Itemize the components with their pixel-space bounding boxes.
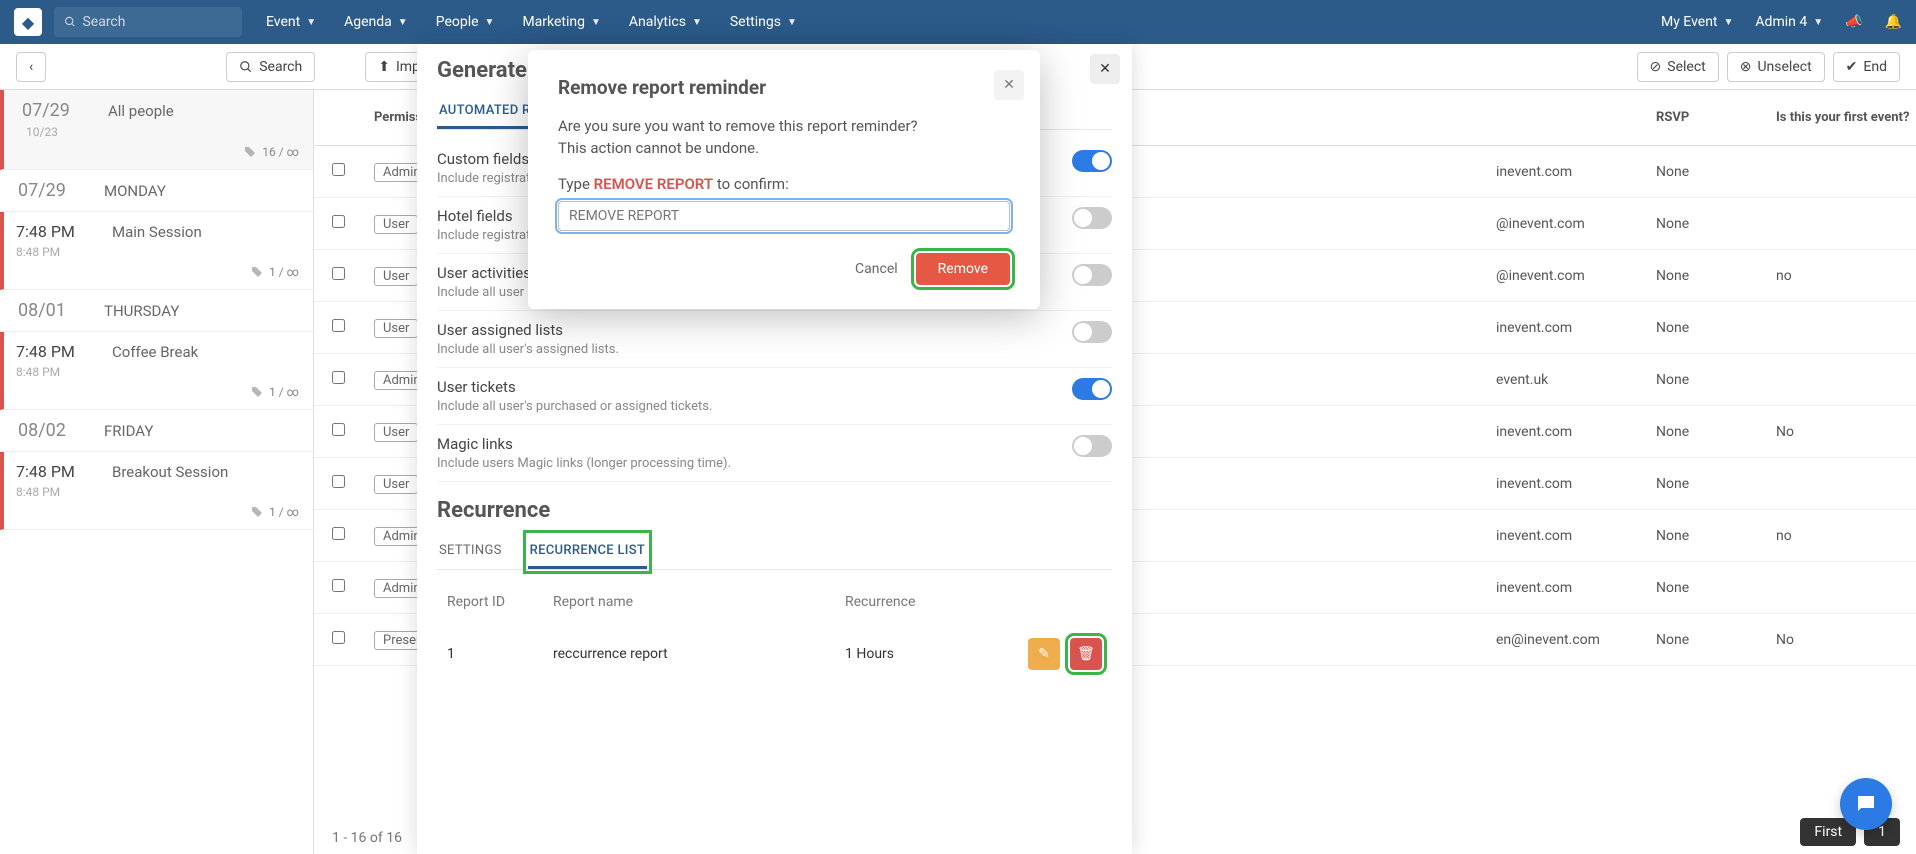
remove-report-modal: ✕ Remove report reminder Are you sure yo…: [528, 50, 1040, 309]
modal-line-2: This action cannot be undone.: [558, 139, 1010, 157]
type-strong: REMOVE REPORT: [594, 175, 713, 193]
remove-button[interactable]: Remove: [916, 253, 1010, 285]
type-suffix: to confirm:: [713, 175, 789, 193]
close-icon: ✕: [1003, 77, 1015, 93]
modal-close-button[interactable]: ✕: [994, 70, 1024, 100]
modal-line-1: Are you sure you want to remove this rep…: [558, 117, 1010, 135]
modal-type-instruction: Type REMOVE REPORT to confirm:: [558, 175, 1010, 193]
chat-icon: [1854, 792, 1878, 816]
confirm-input[interactable]: [558, 201, 1010, 231]
modal-title: Remove report reminder: [558, 76, 1010, 99]
help-fab[interactable]: [1840, 778, 1892, 830]
type-prefix: Type: [558, 175, 594, 193]
cancel-button[interactable]: Cancel: [851, 253, 902, 285]
